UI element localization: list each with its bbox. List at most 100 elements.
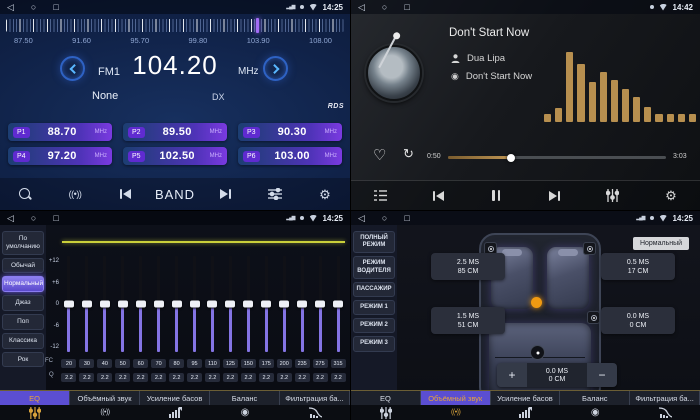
increase-delay-button[interactable]: + — [497, 363, 527, 387]
audio-tab[interactable]: EQ — [351, 391, 421, 405]
eq-preset-item[interactable]: Рок — [2, 352, 44, 368]
progress-thumb[interactable] — [507, 154, 515, 162]
rear-right-delay[interactable]: 0.0 MS 0 CM — [601, 307, 675, 334]
balance-tab-icon-button[interactable]: ◉ — [210, 407, 280, 418]
filter-tab-icon-button[interactable] — [630, 407, 700, 418]
surround-tab-icon-button[interactable]: ((•)) — [421, 409, 491, 416]
prev-station-button[interactable] — [100, 189, 150, 199]
playlist-button[interactable] — [351, 190, 409, 201]
broadcast-button[interactable]: ((•)) — [50, 189, 100, 199]
nav-recents-icon[interactable]: □ — [404, 211, 409, 225]
eq-slider-thumb[interactable] — [118, 301, 128, 308]
eq-preset-item[interactable]: Классика — [2, 333, 44, 349]
filter-tab-icon-button[interactable] — [280, 407, 350, 418]
eq-slider[interactable] — [301, 256, 304, 352]
front-right-delay[interactable]: 0.5 MS 17 CM — [601, 253, 675, 280]
listening-mode-item[interactable]: РЕЖИМ ВОДИТЕЛЯ — [353, 256, 395, 278]
next-station-button[interactable] — [200, 189, 250, 199]
eq-settings-button[interactable] — [250, 188, 300, 200]
rear-left-delay[interactable]: 1.5 MS 51 CM — [431, 307, 505, 334]
eq-tab-icon-button[interactable] — [351, 407, 421, 419]
repeat-button[interactable]: ↻ — [403, 146, 414, 162]
profile-button[interactable]: Нормальный — [633, 237, 689, 250]
eq-slider[interactable] — [67, 256, 70, 352]
eq-slider[interactable] — [319, 256, 322, 352]
bass-tab-icon-button[interactable] — [140, 407, 210, 418]
listening-mode-item[interactable]: РЕЖИМ 3 — [353, 336, 395, 351]
eq-slider[interactable] — [139, 256, 142, 352]
radio-preset-button[interactable]: P4 97.20 MHz — [8, 147, 112, 165]
radio-preset-button[interactable]: P1 88.70 MHz — [8, 123, 112, 141]
front-right-speaker-icon[interactable] — [583, 242, 596, 255]
eq-slider-thumb[interactable] — [261, 301, 271, 308]
eq-slider-thumb[interactable] — [190, 301, 200, 308]
nav-back-icon[interactable]: ◁ — [358, 211, 365, 225]
nav-back-icon[interactable]: ◁ — [7, 0, 14, 14]
nav-back-icon[interactable]: ◁ — [358, 0, 365, 14]
rear-right-speaker-icon[interactable] — [587, 311, 600, 324]
eq-slider-thumb[interactable] — [64, 301, 74, 308]
nav-back-icon[interactable]: ◁ — [7, 211, 14, 225]
eq-slider-thumb[interactable] — [100, 301, 110, 308]
eq-preset-item[interactable]: Нормальный — [2, 276, 44, 292]
eq-slider[interactable] — [103, 256, 106, 352]
eq-preset-item[interactable]: Обычай — [2, 258, 44, 274]
listening-mode-item[interactable]: РЕЖИМ 2 — [353, 318, 395, 333]
nav-recents-icon[interactable]: □ — [53, 0, 58, 14]
audio-tab[interactable]: Объёмный звук — [70, 391, 140, 405]
favorite-button[interactable]: ♡ — [373, 146, 386, 164]
balance-tab-icon-button[interactable]: ◉ — [560, 407, 630, 418]
band-switch-button[interactable]: BAND — [150, 187, 200, 202]
audio-tab[interactable]: Усиление басов — [140, 391, 210, 405]
surround-tab-icon-button[interactable]: ((•)) — [70, 409, 140, 416]
eq-slider[interactable] — [283, 256, 286, 352]
eq-slider[interactable] — [247, 256, 250, 352]
next-track-button[interactable] — [526, 191, 584, 201]
nav-home-icon[interactable]: ○ — [382, 0, 387, 14]
eq-slider-thumb[interactable] — [243, 301, 253, 308]
settings-button[interactable]: ⚙ — [300, 188, 350, 201]
eq-preset-item[interactable]: Поп — [2, 314, 44, 330]
eq-slider-thumb[interactable] — [82, 301, 92, 308]
front-left-delay[interactable]: 2.5 MS 85 CM — [431, 253, 505, 280]
eq-slider[interactable] — [175, 256, 178, 352]
settings-button[interactable]: ⚙ — [642, 189, 700, 202]
eq-slider-thumb[interactable] — [225, 301, 235, 308]
nav-home-icon[interactable]: ○ — [31, 0, 36, 14]
eq-slider-thumb[interactable] — [154, 301, 164, 308]
eq-slider-thumb[interactable] — [172, 301, 182, 308]
audio-tab[interactable]: Объёмный звук — [421, 391, 491, 405]
eq-slider-thumb[interactable] — [279, 301, 289, 308]
eq-preset-item[interactable]: Джаз — [2, 295, 44, 311]
audio-tab[interactable]: Фильтрация ба... — [280, 391, 350, 405]
progress-bar[interactable] — [448, 156, 666, 159]
eq-tab-icon-button[interactable] — [0, 407, 70, 419]
pause-button[interactable] — [467, 190, 525, 201]
listening-position-dot[interactable] — [531, 297, 542, 308]
bass-tab-icon-button[interactable] — [491, 407, 561, 418]
eq-slider[interactable] — [211, 256, 214, 352]
decrease-delay-button[interactable]: − — [587, 363, 617, 387]
subwoofer-icon[interactable] — [530, 345, 545, 360]
eq-slider[interactable] — [265, 256, 268, 352]
eq-slider-thumb[interactable] — [136, 301, 146, 308]
eq-preset-item[interactable]: По умолчанию — [2, 231, 44, 255]
eq-slider[interactable] — [193, 256, 196, 352]
eq-slider[interactable] — [85, 256, 88, 352]
nav-home-icon[interactable]: ○ — [31, 211, 36, 225]
audio-tab[interactable]: Фильтрация ба... — [630, 391, 700, 405]
listening-mode-item[interactable]: ПАССАЖИР — [353, 282, 395, 297]
listening-mode-item[interactable]: РЕЖИМ 1 — [353, 300, 395, 315]
audio-tab[interactable]: Усиление басов — [491, 391, 561, 405]
audio-tab[interactable]: Баланс — [210, 391, 280, 405]
audio-tab[interactable]: EQ — [0, 391, 70, 405]
frequency-scale[interactable] — [6, 19, 344, 32]
eq-slider-thumb[interactable] — [315, 301, 325, 308]
nav-recents-icon[interactable]: □ — [53, 211, 58, 225]
radio-preset-button[interactable]: P3 90.30 MHz — [238, 123, 342, 141]
eq-slider[interactable] — [337, 256, 340, 352]
audio-tab[interactable]: Баланс — [560, 391, 630, 405]
eq-slider-thumb[interactable] — [333, 301, 343, 308]
equalizer-button[interactable] — [584, 189, 642, 202]
prev-track-button[interactable] — [409, 191, 467, 201]
